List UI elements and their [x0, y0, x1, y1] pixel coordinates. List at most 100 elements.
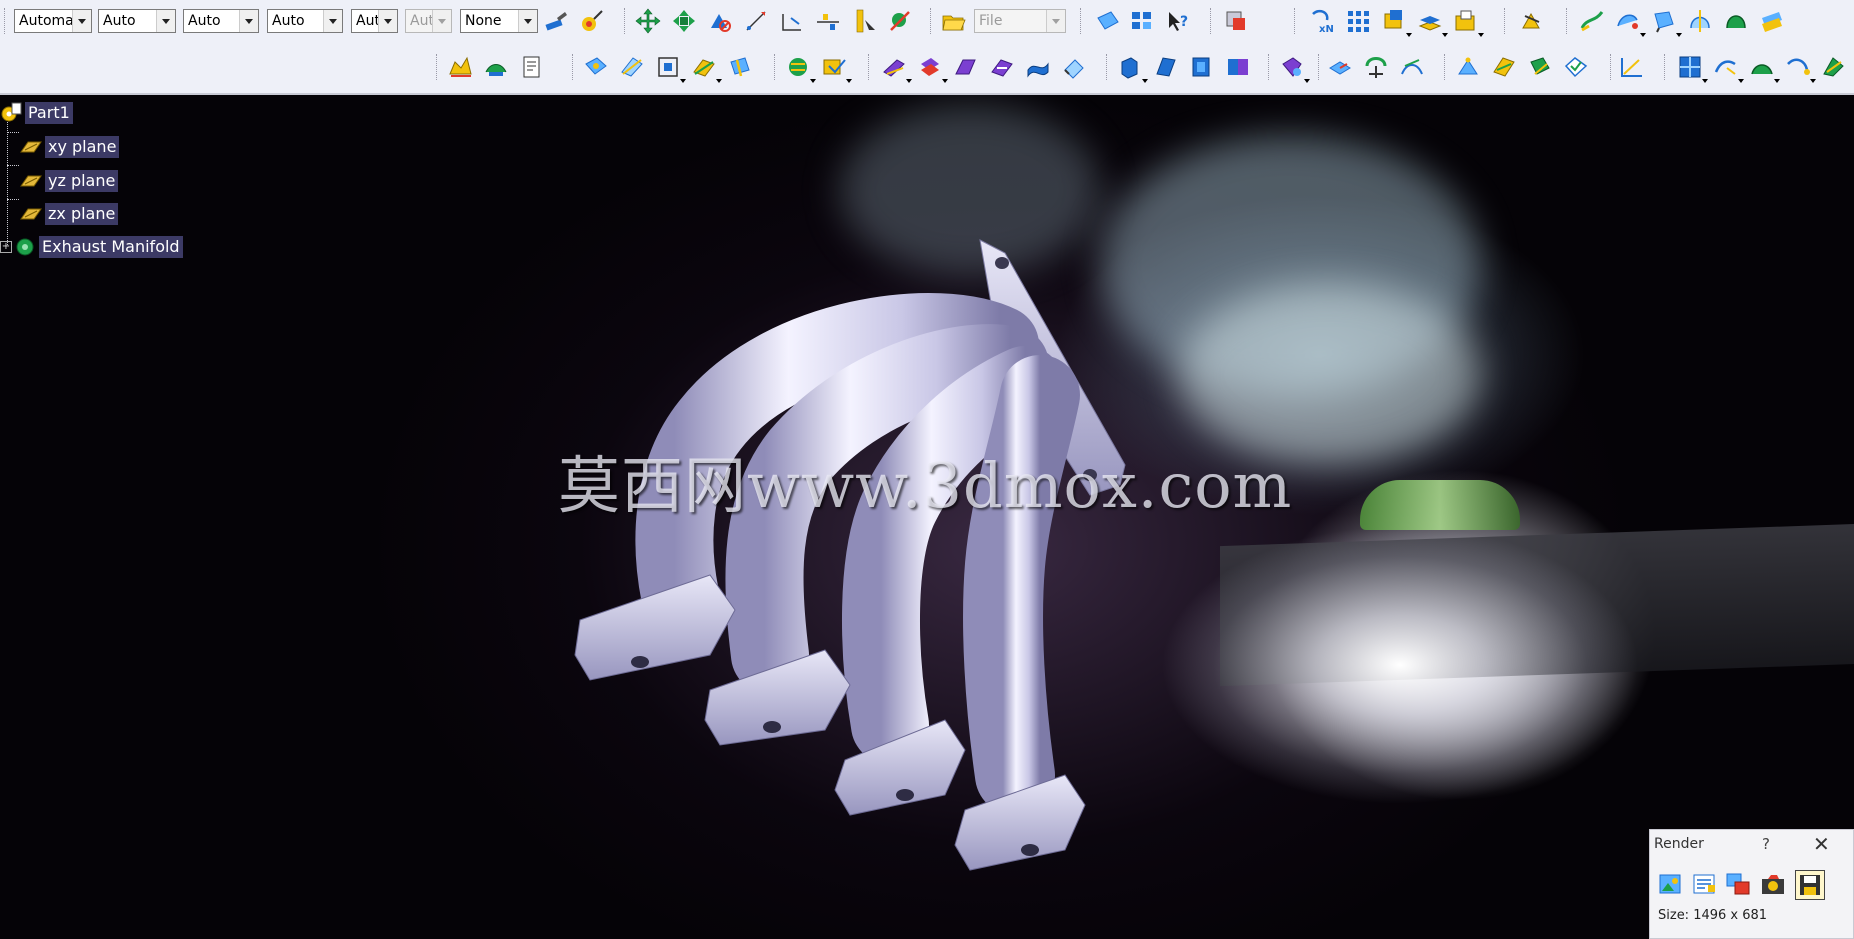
help-button[interactable]: ? — [1762, 835, 1770, 853]
render-image-icon[interactable] — [1656, 870, 1686, 900]
expand-plus-icon[interactable]: + — [0, 241, 12, 253]
submenu-arrow-icon[interactable] — [1676, 33, 1682, 37]
toolbar-grip[interactable] — [930, 8, 933, 34]
linestyle-combo[interactable]: Auto — [267, 9, 343, 33]
toolbar-grip[interactable] — [1566, 8, 1569, 34]
tree-item-exhaust-manifold[interactable]: + Exhaust Manifold — [0, 235, 183, 259]
save-part-icon[interactable] — [1452, 7, 1484, 37]
tree-label-xy-plane[interactable]: xy plane — [45, 136, 120, 158]
pan-icon[interactable] — [634, 7, 662, 35]
3d-viewport[interactable]: 莫西网www.3dmox.com — [0, 95, 1854, 939]
toolbar-grip[interactable] — [1210, 8, 1213, 34]
painter-icon[interactable] — [542, 7, 570, 35]
toolbar-grip[interactable] — [4, 8, 7, 34]
thickness-combo[interactable]: Auto — [183, 9, 259, 33]
submenu-arrow-icon[interactable] — [1810, 79, 1816, 83]
toolbar-grip[interactable] — [1664, 54, 1667, 80]
toolbar-grip[interactable] — [436, 54, 439, 80]
fly-mode-icon[interactable] — [1518, 7, 1546, 35]
measure-icon[interactable] — [850, 7, 878, 35]
toolbar-grip[interactable] — [1318, 54, 1321, 80]
submenu-arrow-icon[interactable] — [1738, 79, 1744, 83]
chevron-down-icon[interactable] — [239, 10, 258, 32]
sketch-plane-icon[interactable] — [1094, 7, 1122, 35]
instance-icon[interactable] — [1380, 7, 1412, 37]
extrapolate-icon[interactable] — [1116, 53, 1148, 83]
helix-icon[interactable] — [1820, 53, 1848, 81]
chevron-down-icon[interactable] — [323, 10, 342, 32]
camera-icon[interactable] — [1758, 870, 1788, 900]
scaling-icon[interactable] — [1454, 53, 1482, 81]
render-sequence-icon[interactable] — [1724, 870, 1754, 900]
submenu-arrow-icon[interactable] — [1406, 33, 1412, 37]
snap-icon[interactable] — [706, 7, 734, 35]
toolbar-grip[interactable] — [572, 54, 575, 80]
pattern-icon[interactable] — [1344, 7, 1372, 35]
sew-surface-icon[interactable] — [1224, 53, 1252, 81]
tree-item-zx-plane[interactable]: zx plane — [20, 202, 119, 226]
thickness-icon[interactable] — [1152, 53, 1180, 81]
submenu-arrow-icon[interactable] — [846, 79, 852, 83]
catalog-icon[interactable] — [1222, 7, 1250, 35]
sweep-icon[interactable] — [1578, 7, 1606, 35]
analysis-icon[interactable] — [1618, 53, 1646, 81]
tree-label-zx-plane[interactable]: zx plane — [45, 203, 119, 225]
wireframe-icon[interactable] — [482, 53, 510, 81]
render-settings-icon[interactable] — [1690, 870, 1720, 900]
tree-item-xy-plane[interactable]: xy plane — [20, 135, 120, 159]
color-combo[interactable]: Auto — [98, 9, 176, 33]
toolbar-grip[interactable] — [868, 54, 871, 80]
submenu-arrow-icon[interactable] — [1640, 33, 1646, 37]
tree-label-exhaust-manifold[interactable]: Exhaust Manifold — [39, 236, 183, 258]
affinity-icon[interactable] — [1490, 53, 1518, 81]
tree-item-part1[interactable]: Part1 — [0, 101, 73, 125]
linetype-combo[interactable]: Automa — [14, 9, 92, 33]
projection-icon[interactable] — [690, 53, 722, 83]
align-icon[interactable] — [814, 7, 842, 35]
symmetry-icon[interactable] — [1398, 53, 1426, 81]
submenu-arrow-icon[interactable] — [1304, 79, 1310, 83]
boundary-icon[interactable] — [952, 53, 980, 81]
spline-icon[interactable] — [1784, 53, 1816, 83]
move-icon[interactable] — [670, 7, 698, 35]
tree-label-part1[interactable]: Part1 — [25, 102, 73, 124]
blend-icon[interactable] — [1614, 7, 1646, 37]
submenu-arrow-icon[interactable] — [680, 79, 686, 83]
annotation-icon[interactable] — [446, 53, 474, 81]
healing-icon[interactable] — [820, 53, 852, 83]
line-icon[interactable] — [618, 53, 646, 81]
check-icon[interactable] — [1562, 53, 1590, 81]
toolbar-grip[interactable] — [1106, 54, 1109, 80]
arc-icon[interactable] — [1748, 53, 1780, 83]
trim-icon[interactable] — [916, 53, 948, 83]
point-icon[interactable] — [582, 53, 610, 81]
sphere-surface-icon[interactable] — [1722, 7, 1750, 35]
submenu-arrow-icon[interactable] — [1478, 33, 1484, 37]
toolbar-grip[interactable] — [1268, 54, 1271, 80]
hide-show-icon[interactable] — [886, 7, 914, 35]
toolbar-grip[interactable] — [1444, 54, 1447, 80]
chevron-down-icon[interactable] — [72, 10, 91, 32]
plane-icon[interactable] — [654, 53, 686, 83]
close-button[interactable]: ✕ — [1813, 832, 1830, 856]
submenu-arrow-icon[interactable] — [1142, 79, 1148, 83]
axis-to-axis-icon[interactable] — [1526, 53, 1554, 81]
toolbar-grip[interactable] — [1610, 54, 1613, 80]
extrude-surface-icon[interactable] — [1650, 7, 1682, 37]
submenu-arrow-icon[interactable] — [942, 79, 948, 83]
curve-connect-icon[interactable] — [1712, 53, 1744, 83]
join-icon[interactable] — [784, 53, 816, 83]
chevron-down-icon[interactable] — [378, 10, 397, 32]
transform-icon[interactable] — [1278, 53, 1310, 83]
submenu-arrow-icon[interactable] — [1774, 79, 1780, 83]
exhaust-manifold-part[interactable] — [560, 235, 1180, 875]
grid-icon[interactable] — [1128, 7, 1156, 35]
split-icon[interactable] — [880, 53, 912, 83]
whats-this-icon[interactable]: ? — [1164, 7, 1192, 35]
repeat-xn-icon[interactable]: xN — [1308, 7, 1336, 35]
translate-icon[interactable] — [1326, 53, 1354, 81]
eraser-icon[interactable] — [1060, 53, 1088, 81]
offset-icon[interactable] — [1024, 53, 1052, 81]
toolbar-grip[interactable] — [1504, 8, 1507, 34]
chevron-down-icon[interactable] — [156, 10, 175, 32]
